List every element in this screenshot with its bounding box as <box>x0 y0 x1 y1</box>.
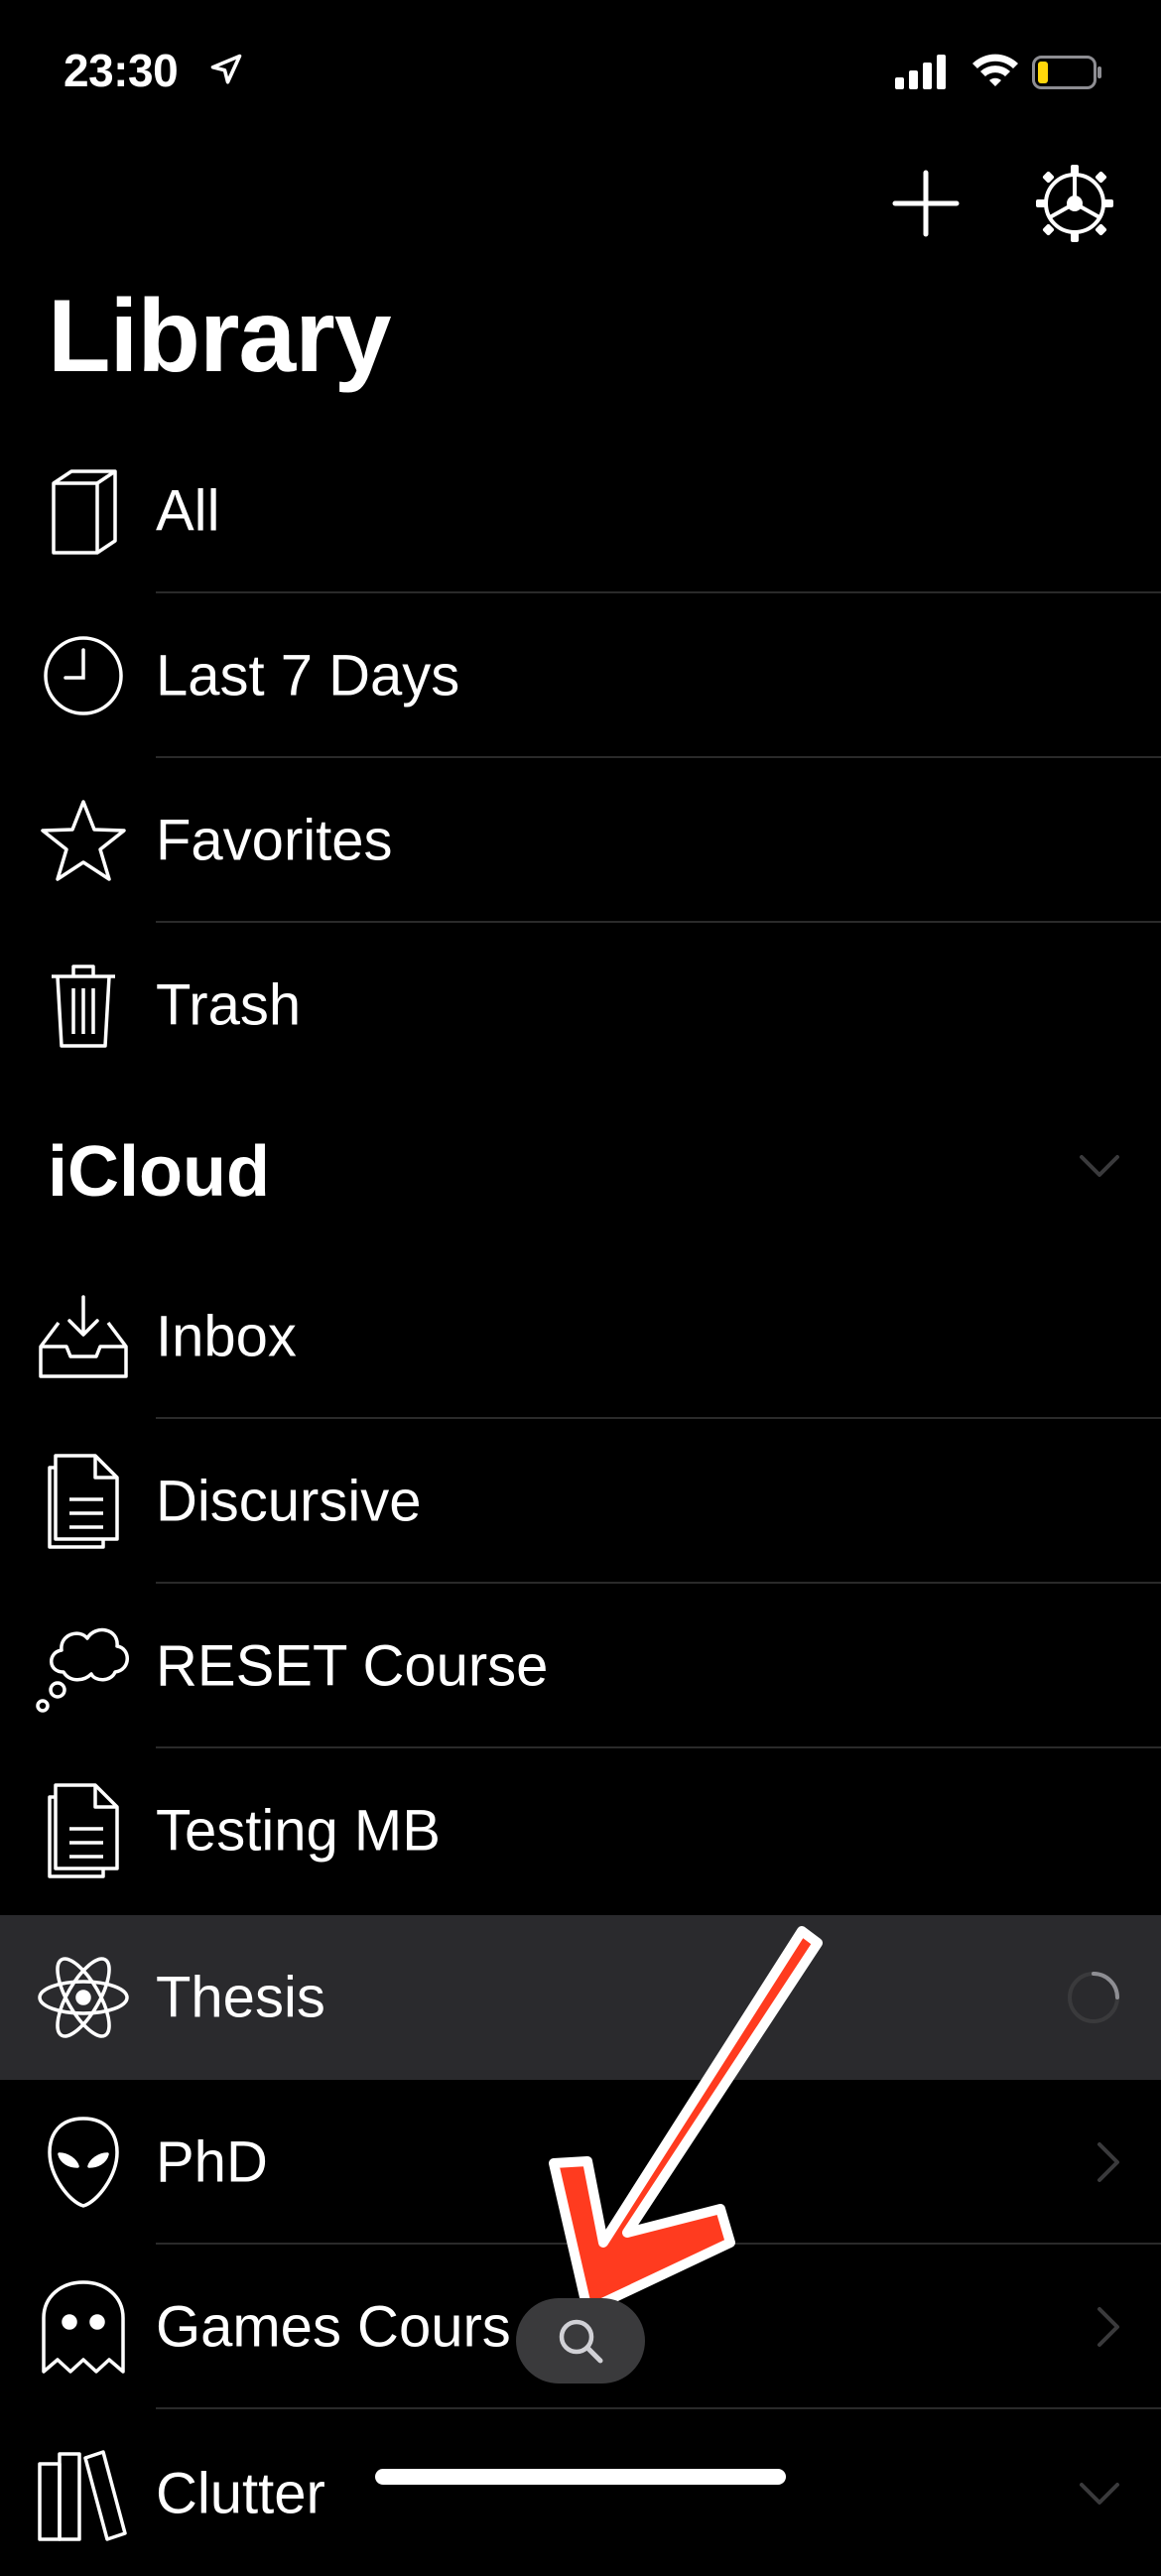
library-item-last-7-days[interactable]: Last 7 Days <box>0 593 1161 758</box>
home-indicator[interactable] <box>375 2469 786 2485</box>
chevron-right-icon <box>1097 2307 1119 2347</box>
battery-icon <box>1032 56 1101 89</box>
section-title: iCloud <box>48 1132 270 1212</box>
folder-item-testing-mb[interactable]: Testing MB <box>0 1748 1161 1913</box>
settings-button[interactable] <box>1030 159 1119 248</box>
library-item-label: Trash <box>156 972 302 1038</box>
chevron-down-icon <box>1080 2483 1119 2505</box>
library-item-label: All <box>156 478 220 544</box>
folder-item-label: Thesis <box>156 1965 325 2030</box>
ghost-icon <box>34 2277 133 2377</box>
loading-spinner-icon <box>1068 1972 1119 2023</box>
document-icon <box>34 1452 133 1551</box>
folder-item-label: Inbox <box>156 1304 297 1369</box>
books-icon <box>34 2444 133 2543</box>
folder-item-inbox[interactable]: Inbox <box>0 1254 1161 1419</box>
folder-item-label: Discursive <box>156 1469 422 1534</box>
atom-icon <box>34 1948 133 2047</box>
inbox-icon <box>34 1287 133 1386</box>
library-item-all[interactable]: All <box>0 429 1161 593</box>
folder-item-label: PhD <box>156 2129 268 2195</box>
plus-icon <box>892 170 960 237</box>
wifi-icon <box>972 54 1018 86</box>
folder-item-label: Games Cours <box>156 2294 511 2360</box>
folder-item-discursive[interactable]: Discursive <box>0 1419 1161 1584</box>
star-icon <box>34 791 133 890</box>
section-header-icloud[interactable]: iCloud <box>0 1103 1161 1252</box>
library-item-label: Favorites <box>156 808 393 873</box>
status-bar: 23:30 <box>0 0 1161 139</box>
status-time: 23:30 <box>64 45 179 96</box>
gear-icon <box>1036 165 1113 242</box>
cellular-signal-icon <box>895 55 946 89</box>
library-item-trash[interactable]: Trash <box>0 923 1161 1088</box>
trash-icon <box>34 956 133 1055</box>
add-button[interactable] <box>881 159 970 248</box>
folder-item-label: RESET Course <box>156 1633 549 1699</box>
folder-item-clutter[interactable]: Clutter <box>0 2411 1161 2576</box>
search-button[interactable] <box>516 2298 645 2383</box>
document-icon <box>34 1781 133 1880</box>
thought-bubble-icon <box>34 1616 133 1716</box>
chevron-right-icon <box>1097 2142 1119 2182</box>
search-icon <box>559 2319 603 2364</box>
annotation-arrow <box>549 1926 823 2315</box>
chevron-down-icon <box>1080 1155 1119 1177</box>
folder-item-reset-course[interactable]: RESET Course <box>0 1584 1161 1748</box>
page-title: Library <box>48 279 392 394</box>
library-item-label: Last 7 Days <box>156 643 460 708</box>
location-arrow-icon <box>210 54 242 84</box>
book-icon <box>34 461 133 561</box>
separator <box>156 2407 1161 2409</box>
folder-item-label: Testing MB <box>156 1798 441 1864</box>
library-item-favorites[interactable]: Favorites <box>0 758 1161 923</box>
folder-item-label: Clutter <box>156 2461 325 2526</box>
clock-icon <box>34 626 133 725</box>
alien-icon <box>34 2113 133 2212</box>
